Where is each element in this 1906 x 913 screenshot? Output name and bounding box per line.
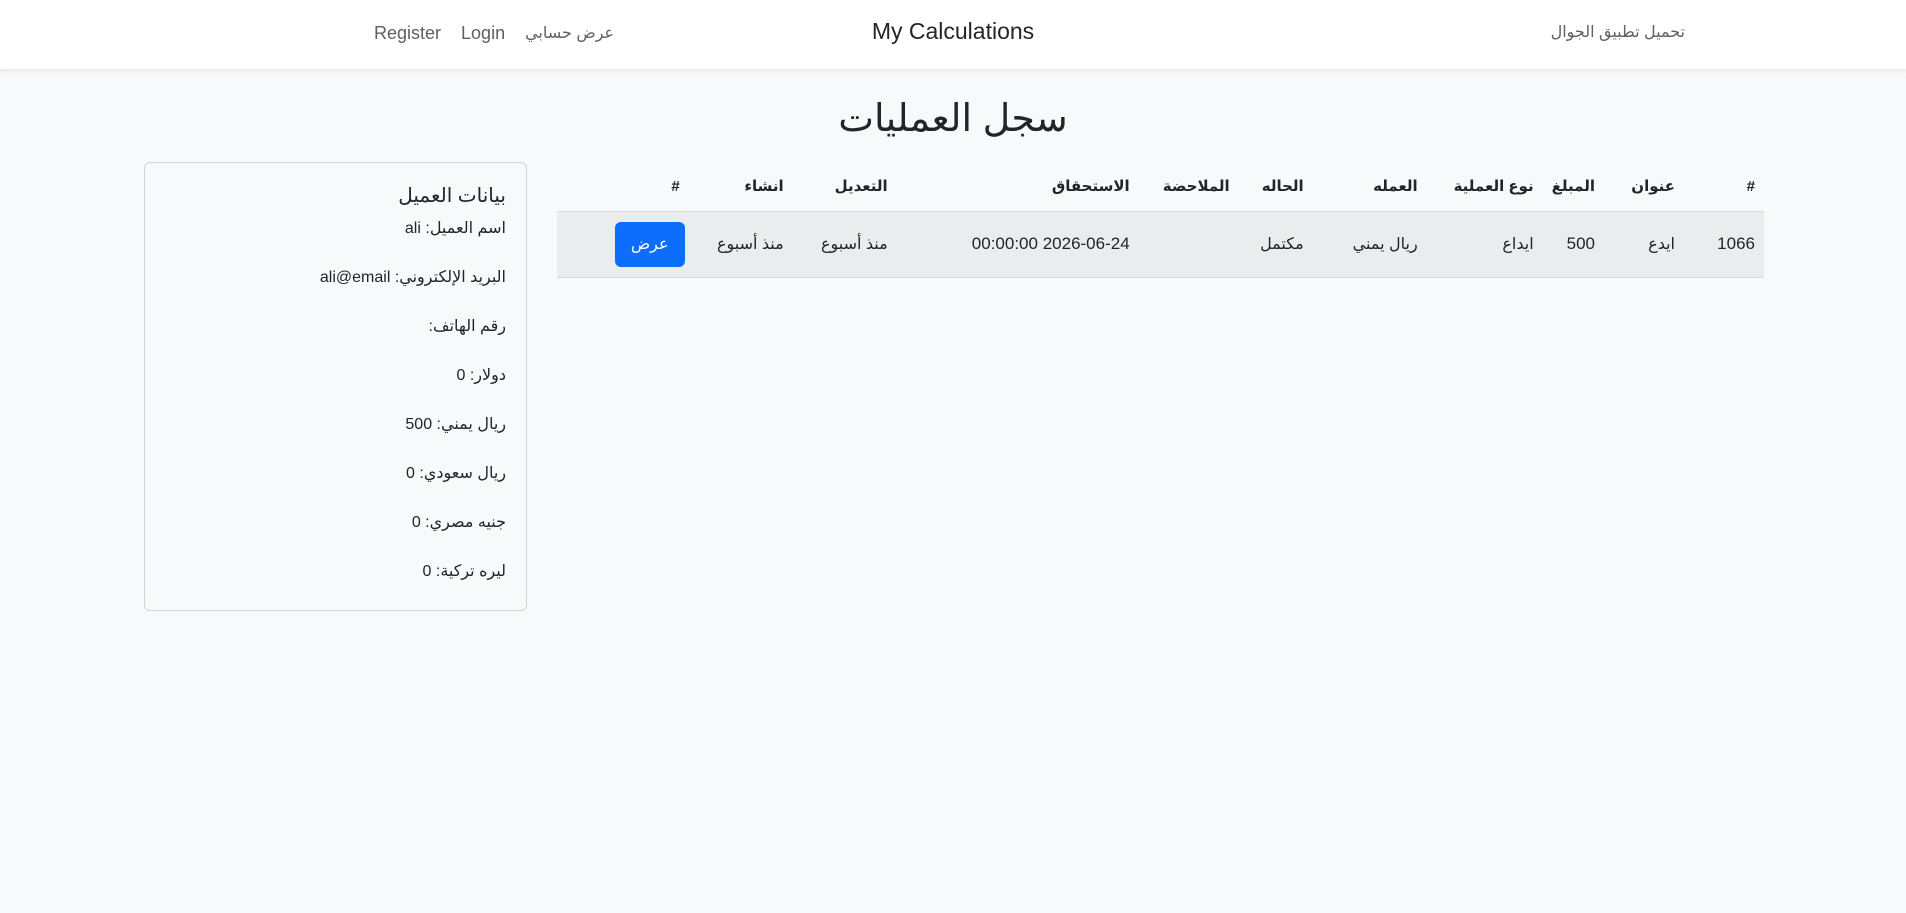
cell-created: منذ أسبوع	[688, 211, 793, 278]
cell-id: 1066	[1684, 211, 1764, 278]
header-amount: المبلغ	[1542, 162, 1604, 212]
header-type: نوع العملية	[1426, 162, 1543, 212]
cell-action: عرض	[557, 211, 689, 278]
header-note: الملاحضة	[1138, 162, 1239, 212]
cell-type: ايداع	[1426, 211, 1543, 278]
header-status: الحاله	[1238, 162, 1313, 212]
customer-card: بيانات العميل اسم العميل: ali البريد الإ…	[144, 162, 527, 611]
balance-turkish-lira: ليره تركية: 0	[422, 563, 506, 580]
header-action: #	[557, 162, 689, 212]
balance-dollar: دولار: 0	[456, 367, 507, 384]
customer-card-title: بيانات العميل	[398, 185, 506, 207]
header-title: عنوان	[1604, 162, 1684, 212]
cell-currency: ريال يمني	[1312, 211, 1427, 278]
header-modified: التعديل	[792, 162, 897, 212]
table-row: 1066 ايدع 500 ايداع ريال يمني مكتمل 2026…	[557, 211, 1764, 278]
cell-note	[1138, 211, 1239, 278]
header-due: الاستحقاق	[896, 162, 1139, 212]
page-title: سجل العمليات	[838, 98, 1068, 140]
operations-table: # عنوان المبلغ نوع العملية العمله الحاله…	[557, 162, 1764, 278]
cell-title: ايدع	[1604, 211, 1684, 278]
balance-egyptian-pound: جنيه مصري: 0	[411, 514, 506, 531]
cell-status: مكتمل	[1238, 211, 1313, 278]
header-created: انشاء	[688, 162, 793, 212]
view-button[interactable]: عرض	[614, 221, 685, 267]
navbar: Register Login عرض حسابي My Calculations…	[0, 0, 1906, 69]
customer-email: البريد الإلكتروني: ali@email	[319, 269, 506, 286]
cell-amount: 500	[1542, 211, 1604, 278]
table-header: # عنوان المبلغ نوع العملية العمله الحاله…	[557, 162, 1764, 212]
header-currency: العمله	[1312, 162, 1427, 212]
customer-phone: رقم الهاتف:	[428, 318, 507, 335]
cell-due: 2026-06-24 00:00:00	[896, 211, 1139, 278]
balance-saudi-rial: ريال سعودي: 0	[406, 465, 506, 482]
download-app-link[interactable]: تحميل تطبيق الجوال	[1551, 22, 1685, 42]
header-id: #	[1684, 162, 1764, 212]
customer-name: اسم العميل: ali	[404, 220, 506, 237]
cell-modified: منذ أسبوع	[792, 211, 897, 278]
table-header-row: # عنوان المبلغ نوع العملية العمله الحاله…	[557, 162, 1764, 212]
balance-yemeni-rial: ريال يمني: 500	[405, 416, 506, 433]
